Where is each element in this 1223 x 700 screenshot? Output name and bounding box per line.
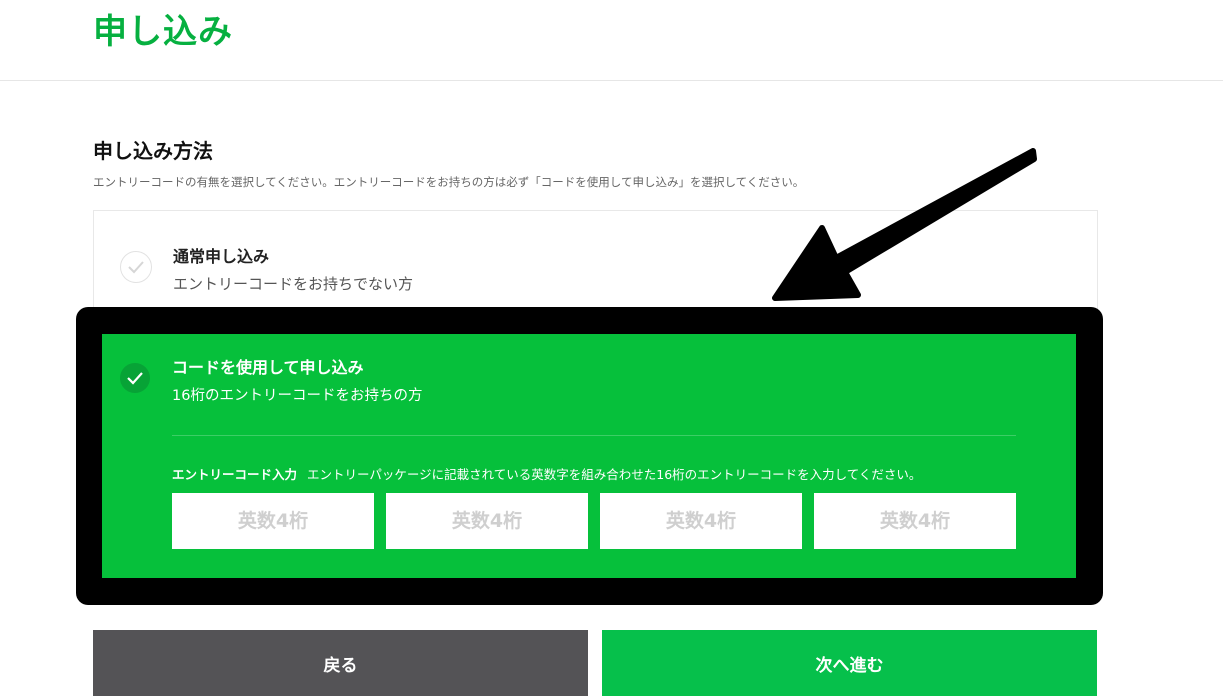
entry-code-input-2[interactable] [386, 493, 588, 549]
entry-code-inputs [172, 493, 1016, 549]
entry-code-input-3[interactable] [600, 493, 802, 549]
page-header: 申し込み [0, 0, 1223, 81]
option-title: コードを使用して申し込み [172, 358, 364, 377]
check-icon [120, 251, 152, 283]
option-title: 通常申し込み [173, 247, 270, 266]
next-button[interactable]: 次へ進む [602, 630, 1097, 696]
back-button[interactable]: 戻る [93, 630, 588, 696]
section-description: エントリーコードの有無を選択してください。エントリーコードをお持ちの方は必ず「コ… [93, 175, 805, 189]
entry-code-hint: エントリーパッケージに記載されている英数字を組み合わせた16桁のエントリーコード… [307, 467, 922, 482]
divider [172, 435, 1016, 436]
entry-code-row: エントリーコード入力 エントリーパッケージに記載されている英数字を組み合わせた16… [172, 464, 921, 483]
option-normal-application[interactable]: 通常申し込み エントリーコードをお持ちでない方 [93, 210, 1098, 311]
option-code-application[interactable]: コードを使用して申し込み 16桁のエントリーコードをお持ちの方 エントリーコード… [102, 334, 1076, 578]
entry-code-input-4[interactable] [814, 493, 1016, 549]
option-subtitle: 16桁のエントリーコードをお持ちの方 [172, 388, 423, 404]
option-subtitle: エントリーコードをお持ちでない方 [173, 275, 414, 293]
entry-code-label: エントリーコード入力 [172, 467, 298, 482]
entry-code-input-1[interactable] [172, 493, 374, 549]
check-icon [120, 363, 150, 393]
section-title: 申し込み方法 [93, 139, 213, 163]
page-title: 申し込み [93, 12, 233, 52]
